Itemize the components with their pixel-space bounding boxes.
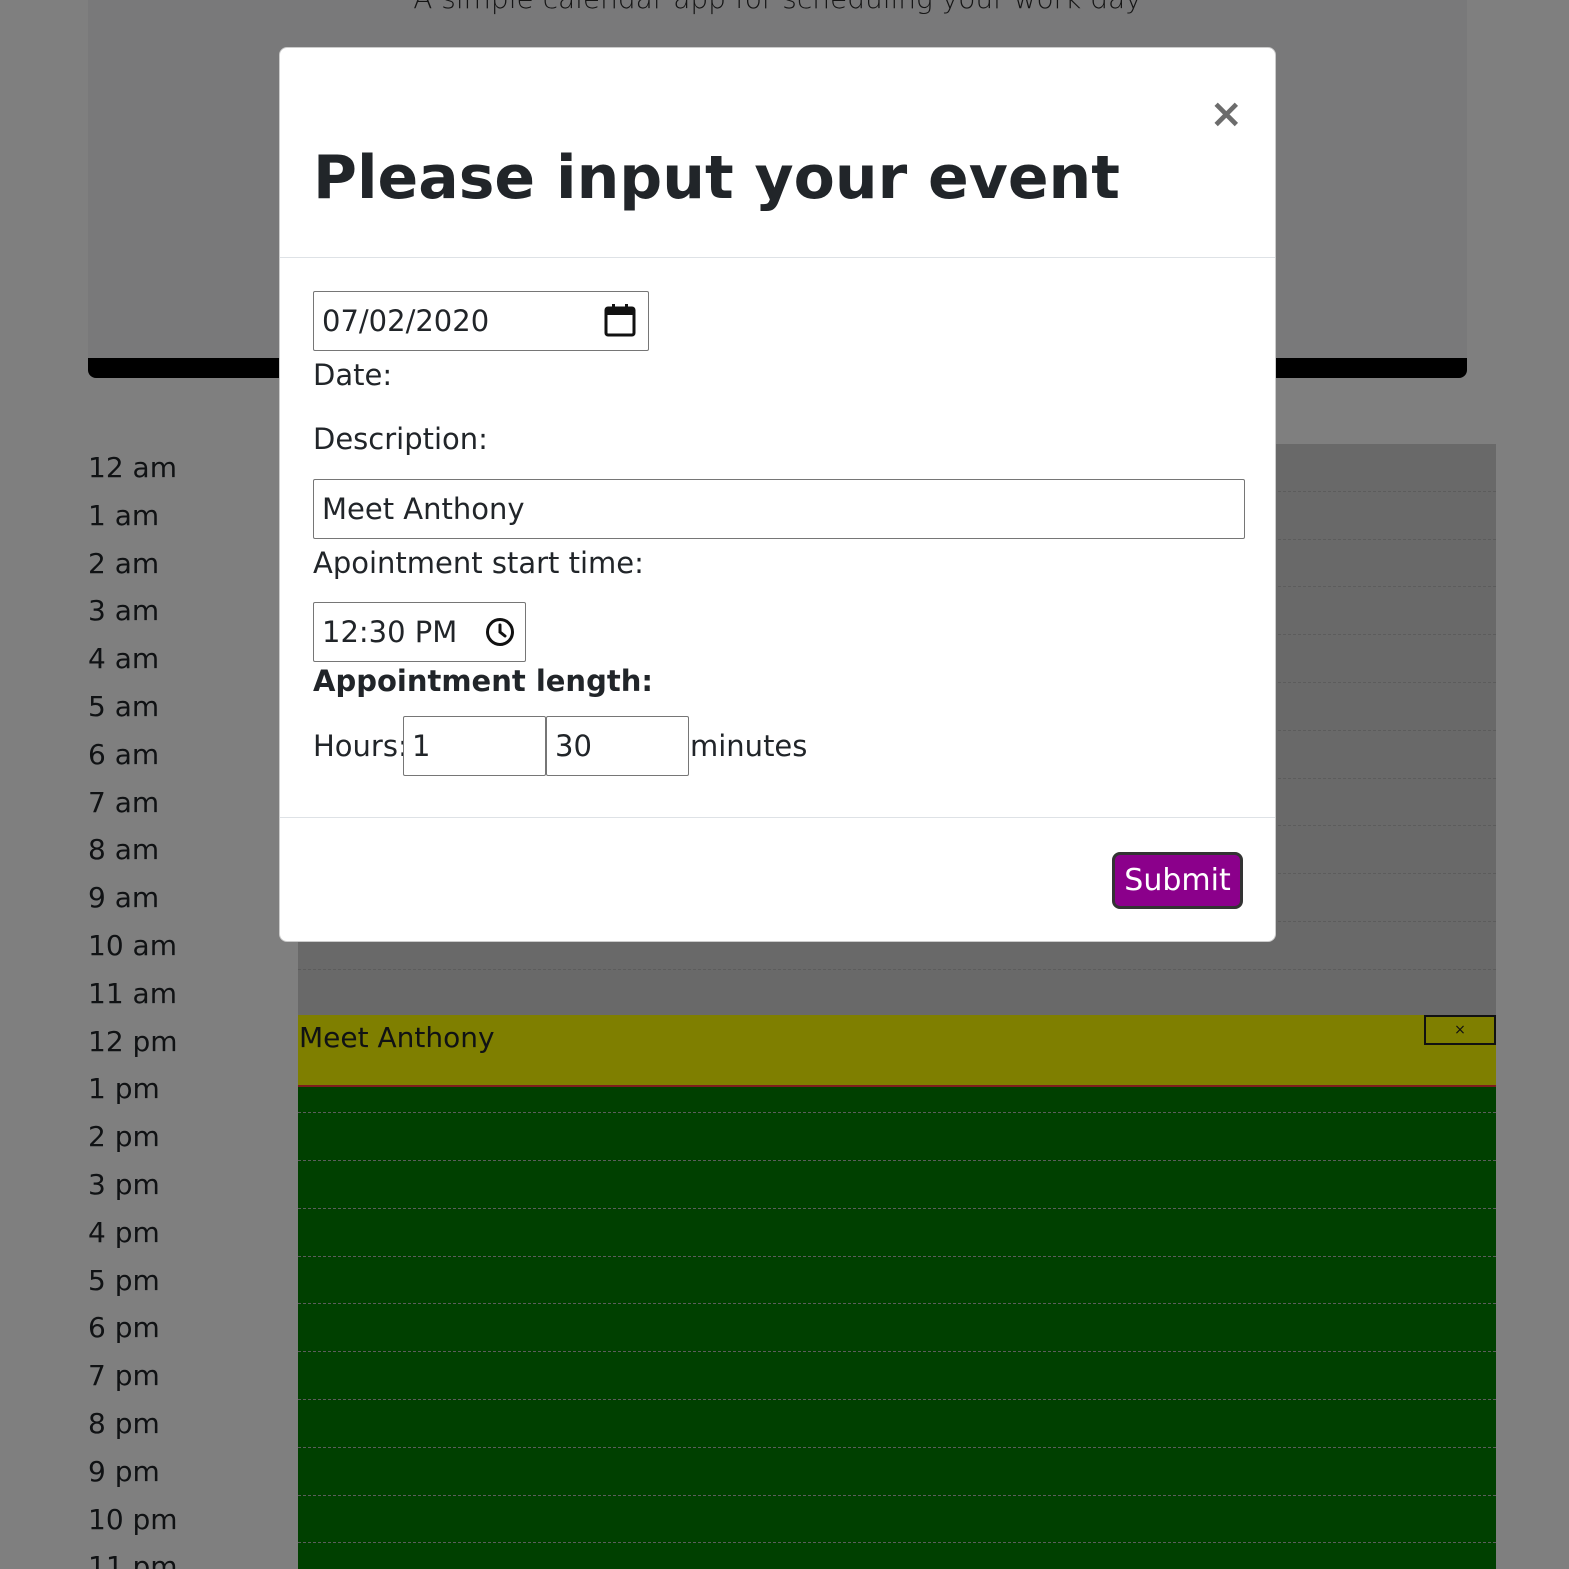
modal-header-divider xyxy=(280,257,1275,258)
hours-label: Hours: xyxy=(313,729,408,763)
clock-icon[interactable] xyxy=(485,617,515,654)
start-time-input-value: 12:30 PM xyxy=(322,615,458,649)
hours-input-value: 1 xyxy=(412,729,431,763)
length-label: Appointment length: xyxy=(313,664,653,698)
hours-input[interactable]: 1 xyxy=(403,716,546,776)
minutes-input[interactable]: 30 xyxy=(546,716,689,776)
submit-button[interactable]: Submit xyxy=(1112,852,1243,909)
minutes-label: minutes xyxy=(690,729,808,763)
event-modal: × Please input your event 07/02/2020 Dat… xyxy=(279,47,1276,942)
date-input-value: 07/02/2020 xyxy=(322,304,490,338)
description-label: Description: xyxy=(313,422,488,456)
date-input[interactable]: 07/02/2020 xyxy=(313,291,649,351)
start-time-input[interactable]: 12:30 PM xyxy=(313,602,526,662)
description-input[interactable]: Meet Anthony xyxy=(313,479,1245,539)
date-label: Date: xyxy=(313,358,393,392)
calendar-icon[interactable] xyxy=(604,303,636,344)
modal-title: Please input your event xyxy=(313,143,1120,213)
calendar-page: A simple calendar app for scheduling you… xyxy=(0,0,1569,1569)
description-input-value: Meet Anthony xyxy=(322,492,525,526)
close-icon[interactable]: × xyxy=(1209,94,1243,134)
start-time-label: Apointment start time: xyxy=(313,546,644,580)
minutes-input-value: 30 xyxy=(555,729,592,763)
modal-footer-divider xyxy=(280,817,1275,818)
